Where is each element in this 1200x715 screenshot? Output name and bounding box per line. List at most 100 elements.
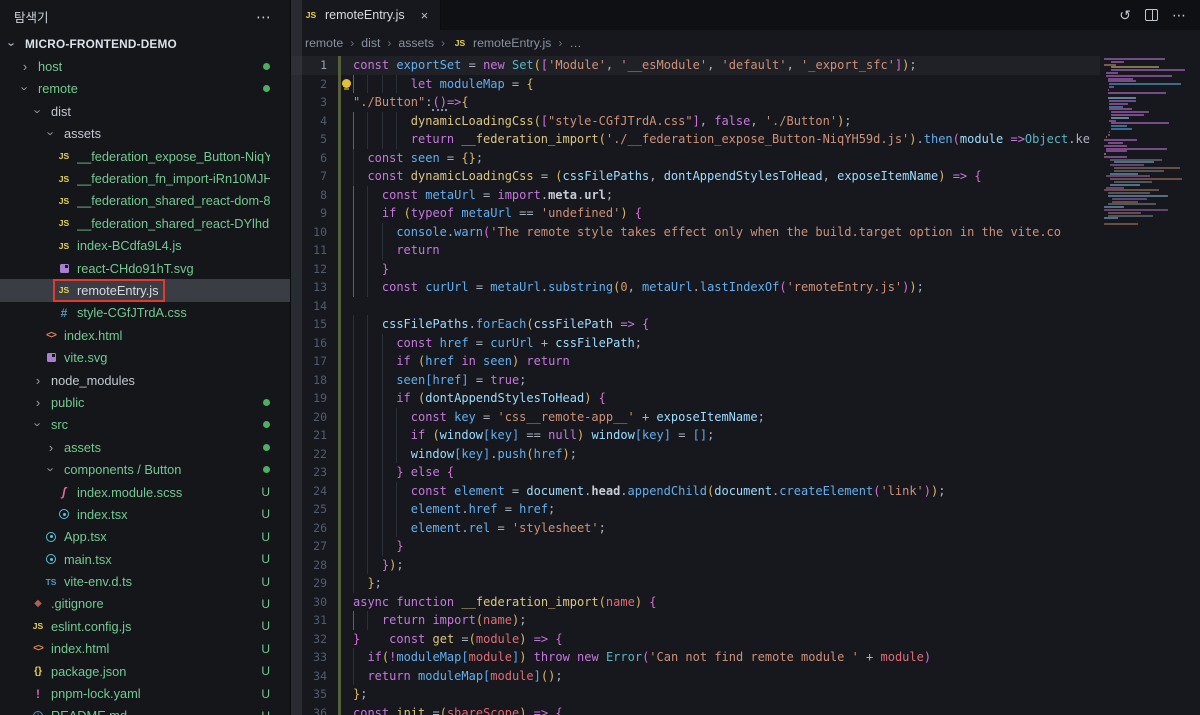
code-line-23[interactable]: 23} else {: [291, 463, 1100, 482]
tree-item-index-module-scss[interactable]: ʃindex.module.scssU: [0, 481, 290, 503]
token: new: [483, 58, 512, 72]
chevron-right-icon[interactable]: ›: [30, 395, 46, 410]
code-line-16[interactable]: 16const href = curUrl + cssFilePath;: [291, 334, 1100, 353]
code-line-12[interactable]: 12}: [291, 260, 1100, 279]
code-line-29[interactable]: 29};: [291, 574, 1100, 593]
tree-item-eslint-config-js[interactable]: JSeslint.config.jsU: [0, 615, 290, 637]
tree-item-src[interactable]: ›src: [0, 414, 290, 436]
code-line-5[interactable]: 5return __federation_import('./__federat…: [291, 130, 1100, 149]
code-line-4[interactable]: 4dynamicLoadingCss(["style-CGfJTrdA.css"…: [291, 112, 1100, 131]
tree-item-package-json[interactable]: {}package.jsonU: [0, 660, 290, 682]
code-line-36[interactable]: 36const init =(shareScope) => {: [291, 704, 1100, 715]
chevron-down-icon[interactable]: ›: [18, 81, 33, 97]
code-line-6[interactable]: 6const seen = {};: [291, 149, 1100, 168]
tree-item-index-bcdfa9l4-js[interactable]: JSindex-BCdfa9L4.js: [0, 235, 290, 257]
explorer-more-actions-icon[interactable]: ⋯: [252, 8, 276, 26]
tree-item-public[interactable]: ›public: [0, 391, 290, 413]
tab-remoteentry[interactable]: JS remoteEntry.js ×: [291, 0, 441, 30]
chevron-down-icon[interactable]: ›: [31, 417, 46, 433]
code-line-11[interactable]: 11return: [291, 241, 1100, 260]
code-line-35[interactable]: 35};: [291, 685, 1100, 704]
code-line-13[interactable]: 13const curUrl = metaUrl.substring(0, me…: [291, 278, 1100, 297]
code-line-14[interactable]: 14: [291, 297, 1100, 316]
tree-item-main-tsx[interactable]: main.tsxU: [0, 548, 290, 570]
tree-item-readme-md[interactable]: iREADME.mdU: [0, 705, 290, 715]
code-text: const seen = {};: [353, 149, 1100, 168]
tree-item--federation-shared-react-dylhd-[interactable]: JS__federation_shared_react-DYlhd…: [0, 212, 290, 234]
code-line-32[interactable]: 32} const get =(module) => {: [291, 630, 1100, 649]
timeline-history-icon[interactable]: ↺: [1119, 8, 1131, 22]
code-line-24[interactable]: 24const element = document.head.appendCh…: [291, 482, 1100, 501]
code-line-3[interactable]: 3"./Button":()=>{: [291, 93, 1100, 112]
chevron-right-icon[interactable]: ›: [17, 59, 33, 74]
code-line-17[interactable]: 17if (href in seen) return: [291, 352, 1100, 371]
code-line-8[interactable]: 8const metaUrl = import.meta.url;: [291, 186, 1100, 205]
code-line-10[interactable]: 10console.warn('The remote style takes e…: [291, 223, 1100, 242]
token: ): [563, 447, 570, 461]
code-line-31[interactable]: 31return import(name);: [291, 611, 1100, 630]
chevron-down-icon[interactable]: ›: [5, 36, 20, 52]
chevron-down-icon[interactable]: ›: [44, 462, 59, 478]
sidebar-resize-sash[interactable]: [291, 0, 302, 715]
tree-item-remote[interactable]: ›remote: [0, 78, 290, 100]
token: (: [953, 132, 960, 146]
code-line-33[interactable]: 33if(!moduleMap[module]) throw new Error…: [291, 648, 1100, 667]
tree-item-label: eslint.config.js: [51, 619, 131, 634]
code-line-26[interactable]: 26element.rel = 'stylesheet';: [291, 519, 1100, 538]
code-line-28[interactable]: 28});: [291, 556, 1100, 575]
tree-item-node-modules[interactable]: ›node_modules: [0, 369, 290, 391]
breadcrumb-item-remoteentry-js[interactable]: JSremoteEntry.js: [452, 36, 551, 50]
token: moduleMap: [440, 77, 512, 91]
tree-item-index-html[interactable]: <>index.htmlU: [0, 638, 290, 660]
tree-item-assets[interactable]: ›assets: [0, 123, 290, 145]
split-editor-icon[interactable]: [1145, 9, 1158, 21]
chevron-right-icon[interactable]: ›: [30, 373, 46, 388]
tree-item-host[interactable]: ›host: [0, 55, 290, 77]
tree-item-react-chdo91ht-svg[interactable]: react-CHdo91hT.svg: [0, 257, 290, 279]
chevron-right-icon[interactable]: ›: [43, 440, 59, 455]
tree-item-index-tsx[interactable]: index.tsxU: [0, 503, 290, 525]
breadcrumb-item--[interactable]: …: [569, 36, 581, 50]
tree-item-app-tsx[interactable]: App.tsxU: [0, 526, 290, 548]
tree-item-micro-frontend-demo[interactable]: ›MICRO-FRONTEND-DEMO: [0, 33, 290, 55]
tree-item-assets[interactable]: ›assets: [0, 436, 290, 458]
code-line-9[interactable]: 9if (typeof metaUrl == 'undefined') {: [291, 204, 1100, 223]
tree-item--gitignore[interactable]: ◆.gitignoreU: [0, 593, 290, 615]
tab-close-icon[interactable]: ×: [419, 8, 431, 23]
editor-more-actions-icon[interactable]: ⋯: [1172, 8, 1186, 22]
lightbulb-icon[interactable]: [342, 79, 351, 88]
code-line-30[interactable]: 30async function __federation_import(nam…: [291, 593, 1100, 612]
code-line-2[interactable]: 2let moduleMap = {: [291, 75, 1100, 94]
breadcrumb-item-assets[interactable]: assets: [398, 36, 434, 50]
code-line-34[interactable]: 34return moduleMap[module]();: [291, 667, 1100, 686]
code-line-21[interactable]: 21if (window[key] == null) window[key] =…: [291, 426, 1100, 445]
tree-item-dist[interactable]: ›dist: [0, 100, 290, 122]
code-line-27[interactable]: 27}: [291, 537, 1100, 556]
tree-item--federation-fn-import-irn10mjh-[interactable]: JS__federation_fn_import-iRn10MJH…: [0, 167, 290, 189]
tree-item-style-cgfjtrda-css[interactable]: #style-CGfJTrdA.css: [0, 302, 290, 324]
code-line-19[interactable]: 19if (dontAppendStylesToHead) {: [291, 389, 1100, 408]
code-line-1[interactable]: 1const exportSet = new Set(['Module', '_…: [291, 56, 1100, 75]
code-line-20[interactable]: 20const key = 'css__remote-app__' + expo…: [291, 408, 1100, 427]
tree-item--federation-expose-button-niqy-[interactable]: JS__federation_expose_Button-NiqY…: [0, 145, 290, 167]
code-line-18[interactable]: 18seen[href] = true;: [291, 371, 1100, 390]
tree-item-vite-env-d-ts[interactable]: TSvite-env.d.tsU: [0, 570, 290, 592]
token: Object: [1025, 132, 1068, 146]
code-line-22[interactable]: 22window[key].push(href);: [291, 445, 1100, 464]
tree-item-components-button[interactable]: ›components / Button: [0, 458, 290, 480]
indent-guide: [353, 648, 354, 667]
chevron-down-icon[interactable]: ›: [44, 126, 59, 142]
tree-item--federation-shared-react-dom-8-[interactable]: JS__federation_shared_react-dom-8…: [0, 190, 290, 212]
tree-item-remoteentry-js[interactable]: JSremoteEntry.js: [0, 279, 290, 301]
code-line-7[interactable]: 7const dynamicLoadingCss = (cssFilePaths…: [291, 167, 1100, 186]
chevron-down-icon[interactable]: ›: [31, 103, 46, 119]
breadcrumb-item-dist[interactable]: dist: [361, 36, 380, 50]
tree-item-vite-svg[interactable]: vite.svg: [0, 346, 290, 368]
minimap[interactable]: [1100, 56, 1200, 715]
code-editor[interactable]: 1const exportSet = new Set(['Module', '_…: [291, 56, 1100, 715]
code-line-25[interactable]: 25element.href = href;: [291, 500, 1100, 519]
code-line-15[interactable]: 15cssFilePaths.forEach(cssFilePath => {: [291, 315, 1100, 334]
breadcrumb-item-remote[interactable]: remote: [305, 36, 343, 50]
tree-item-pnpm-lock-yaml[interactable]: !pnpm-lock.yamlU: [0, 682, 290, 704]
tree-item-index-html[interactable]: <>index.html: [0, 324, 290, 346]
